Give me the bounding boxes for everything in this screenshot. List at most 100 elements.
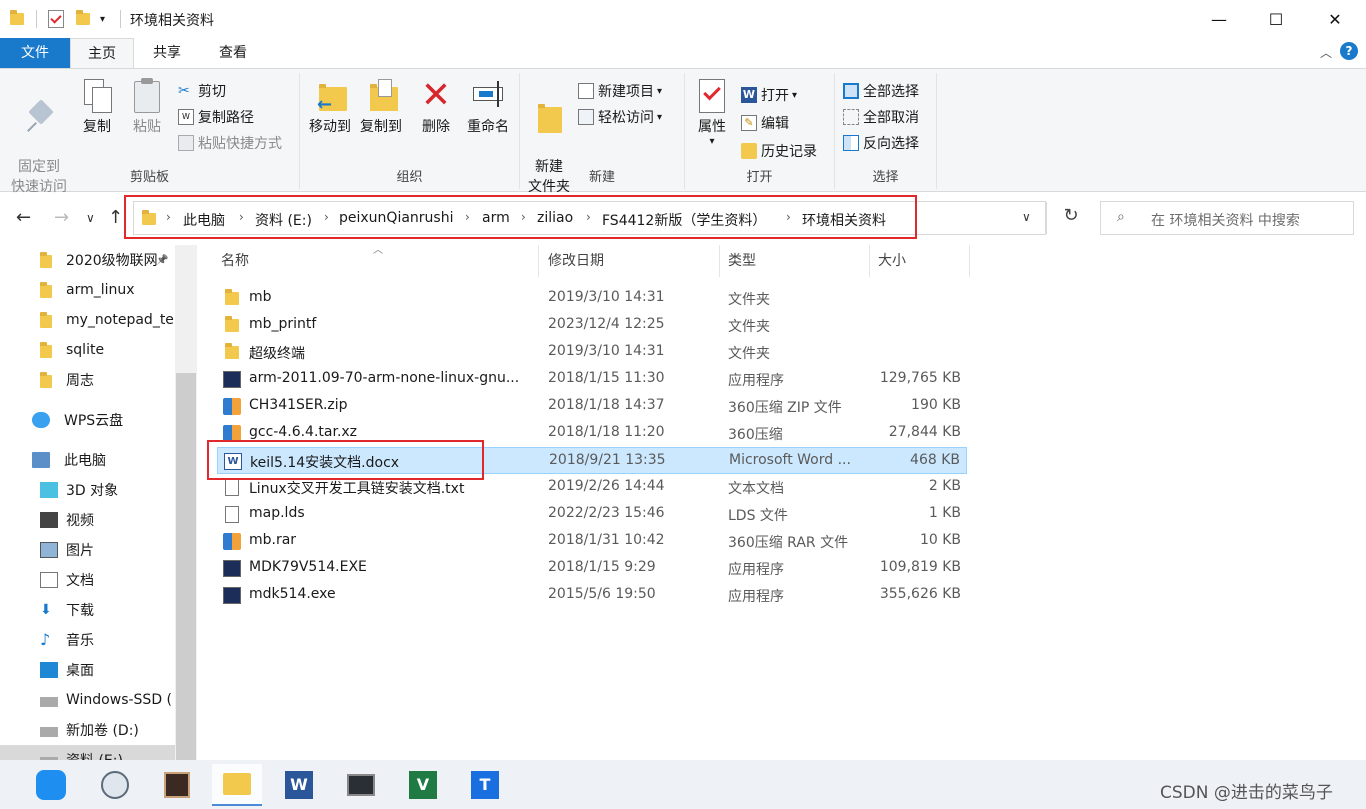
cut-button[interactable]: ✂ 剪切: [178, 79, 226, 103]
sidebar-item[interactable]: my_notepad_te: [0, 305, 175, 335]
select-all-button[interactable]: 全部选择: [843, 79, 919, 103]
column-header-date[interactable]: 修改日期: [540, 245, 720, 277]
sidebar-item[interactable]: 视频: [0, 505, 175, 535]
sidebar-item[interactable]: 文档: [0, 565, 175, 595]
file-date: 2023/12/4 12:25: [548, 316, 665, 332]
file-date: 2018/1/15 11:30: [548, 370, 665, 386]
sidebar-item-label: sqlite: [66, 342, 105, 358]
address-dropdown-chevron-icon[interactable]: ∨: [1022, 210, 1031, 224]
search-placeholder: 在 环境相关资料 中搜索: [1151, 213, 1300, 229]
search-box[interactable]: ⌕ 在 环境相关资料 中搜索: [1100, 201, 1354, 235]
taskbar-app-button[interactable]: T: [460, 764, 510, 806]
copy-path-button[interactable]: W 复制路径: [178, 105, 254, 129]
sidebar-item[interactable]: 桌面: [0, 655, 175, 685]
file-row[interactable]: 超级终端 2019/3/10 14:31 文件夹: [217, 339, 967, 366]
sidebar-item[interactable]: 资料 (E:): [0, 745, 175, 760]
file-row[interactable]: map.lds 2022/2/23 15:46 LDS 文件 1 KB: [217, 501, 967, 528]
close-button[interactable]: ✕: [1306, 0, 1364, 38]
paste-button[interactable]: 粘贴: [126, 77, 168, 137]
tab-share[interactable]: 共享: [134, 38, 200, 68]
open-button[interactable]: W 打开 ▾: [741, 83, 797, 107]
move-to-button[interactable]: ← 移动到: [304, 77, 356, 137]
delete-button[interactable]: ✕ 删除: [418, 77, 454, 137]
collapse-ribbon-icon[interactable]: ︿: [1320, 44, 1332, 61]
sidebar-item[interactable]: Windows-SSD (: [0, 685, 175, 715]
new-folder-quick-icon[interactable]: [76, 9, 90, 29]
file-row[interactable]: mb 2019/3/10 14:31 文件夹: [217, 285, 967, 312]
file-size: 355,626 KB: [879, 586, 961, 602]
sidebar-item[interactable]: 新加卷 (D:): [0, 715, 175, 745]
file-row[interactable]: arm-2011.09-70-arm-none-linux-gnu... 2018…: [217, 366, 967, 393]
sidebar-item[interactable]: 此电脑: [0, 445, 175, 475]
invert-selection-button[interactable]: 反向选择: [843, 131, 919, 155]
taskbar-app-button[interactable]: [90, 764, 140, 806]
sidebar-item[interactable]: 2020级物联网 📌: [0, 245, 175, 275]
sidebar-item[interactable]: 图片: [0, 535, 175, 565]
sidebar-item[interactable]: WPS云盘: [0, 405, 175, 435]
file-type: 文件夹: [728, 319, 770, 335]
file-size: 190 KB: [911, 397, 961, 413]
properties-button[interactable]: 属性 ▾: [691, 77, 733, 147]
chevron-down-icon[interactable]: ▾: [100, 9, 105, 29]
taskbar-app-button[interactable]: [336, 764, 386, 806]
download-icon: ⬇: [40, 602, 52, 618]
file-size: 27,844 KB: [888, 424, 961, 440]
file-row[interactable]: CH341SER.zip 2018/1/18 14:37 360压缩 ZIP 文件 1…: [217, 393, 967, 420]
refresh-icon[interactable]: ↻: [1058, 205, 1084, 231]
recent-locations-chevron-icon[interactable]: ∨: [86, 211, 95, 225]
file-row[interactable]: mb_printf 2023/12/4 12:25 文件夹: [217, 312, 967, 339]
file-date: 2022/2/23 15:46: [548, 505, 665, 521]
properties-quick-icon[interactable]: [48, 9, 64, 29]
tab-home[interactable]: 主页: [70, 38, 134, 68]
folder-icon: [10, 9, 24, 29]
help-icon[interactable]: ?: [1340, 42, 1358, 60]
column-header-size[interactable]: 大小: [870, 245, 970, 277]
watermark: CSDN @进击的菜鸟子: [1160, 783, 1333, 803]
sidebar-item[interactable]: 周志: [0, 365, 175, 395]
maximize-button[interactable]: ☐: [1247, 0, 1305, 38]
sidebar-item[interactable]: 3D 对象: [0, 475, 175, 505]
file-row[interactable]: MDK79V514.EXE 2018/1/15 9:29 应用程序 109,819 K…: [217, 555, 967, 582]
new-item-button[interactable]: 新建项目 ▾: [578, 79, 662, 103]
file-list: 名称 ︿ 修改日期 类型 大小 mb 2019/3/10 14:31 文件夹 mb_p…: [197, 245, 1366, 760]
file-row[interactable]: mb.rar 2018/1/31 10:42 360压缩 RAR 文件 10 KB: [217, 528, 967, 555]
file-row[interactable]: mdk514.exe 2015/5/6 19:50 应用程序 355,626 KB: [217, 582, 967, 609]
up-arrow-icon[interactable]: ↑: [108, 207, 123, 228]
sidebar-item[interactable]: arm_linux: [0, 275, 175, 305]
taskbar-app-button[interactable]: [26, 764, 76, 806]
folder-icon: [40, 312, 58, 328]
taskbar-app-button[interactable]: [212, 764, 262, 806]
video-icon: [40, 512, 58, 528]
sidebar-scrollbar-thumb[interactable]: [176, 373, 196, 760]
sort-ascending-icon: ︿: [373, 245, 383, 256]
back-arrow-icon[interactable]: ←: [16, 207, 31, 228]
scissors-icon: ✂: [178, 83, 190, 99]
copy-to-button[interactable]: 复制到: [356, 77, 406, 137]
navigation-bar: ← → ∨ ↑ › 此电脑 › 资料 (E:) › peixunQianrush…: [0, 193, 1366, 245]
copy-button[interactable]: 复制: [76, 77, 118, 137]
invert-selection-icon: [843, 135, 859, 151]
minimize-button[interactable]: —: [1190, 0, 1248, 38]
edit-button[interactable]: ✎ 编辑: [741, 111, 789, 135]
tab-view[interactable]: 查看: [200, 38, 266, 68]
sidebar-item[interactable]: ⬇ 下载: [0, 595, 175, 625]
paste-shortcut-icon: [178, 135, 194, 151]
tab-file[interactable]: 文件: [0, 38, 70, 68]
file-date: 2018/9/21 13:35: [549, 452, 666, 468]
file-size: 109,819 KB: [879, 559, 961, 575]
select-none-button[interactable]: 全部取消: [843, 105, 919, 129]
chevron-down-icon: ▾: [657, 85, 663, 97]
paste-shortcut-button[interactable]: 粘贴快捷方式: [178, 131, 282, 155]
taskbar-app-button[interactable]: [152, 764, 202, 806]
taskbar-app-button[interactable]: W: [274, 764, 324, 806]
sidebar-item[interactable]: ♪ 音乐: [0, 625, 175, 655]
easy-access-button[interactable]: 轻松访问 ▾: [578, 105, 662, 129]
taskbar-app-button[interactable]: V: [398, 764, 448, 806]
rename-button[interactable]: 重命名: [462, 77, 514, 137]
forward-arrow-icon[interactable]: →: [54, 207, 69, 228]
file-size: 129,765 KB: [879, 370, 961, 386]
select-group: 全部选择 全部取消 反向选择 选择: [835, 73, 937, 189]
column-header-type[interactable]: 类型: [720, 245, 870, 277]
history-button[interactable]: 历史记录: [741, 139, 817, 163]
sidebar-item[interactable]: sqlite: [0, 335, 175, 365]
